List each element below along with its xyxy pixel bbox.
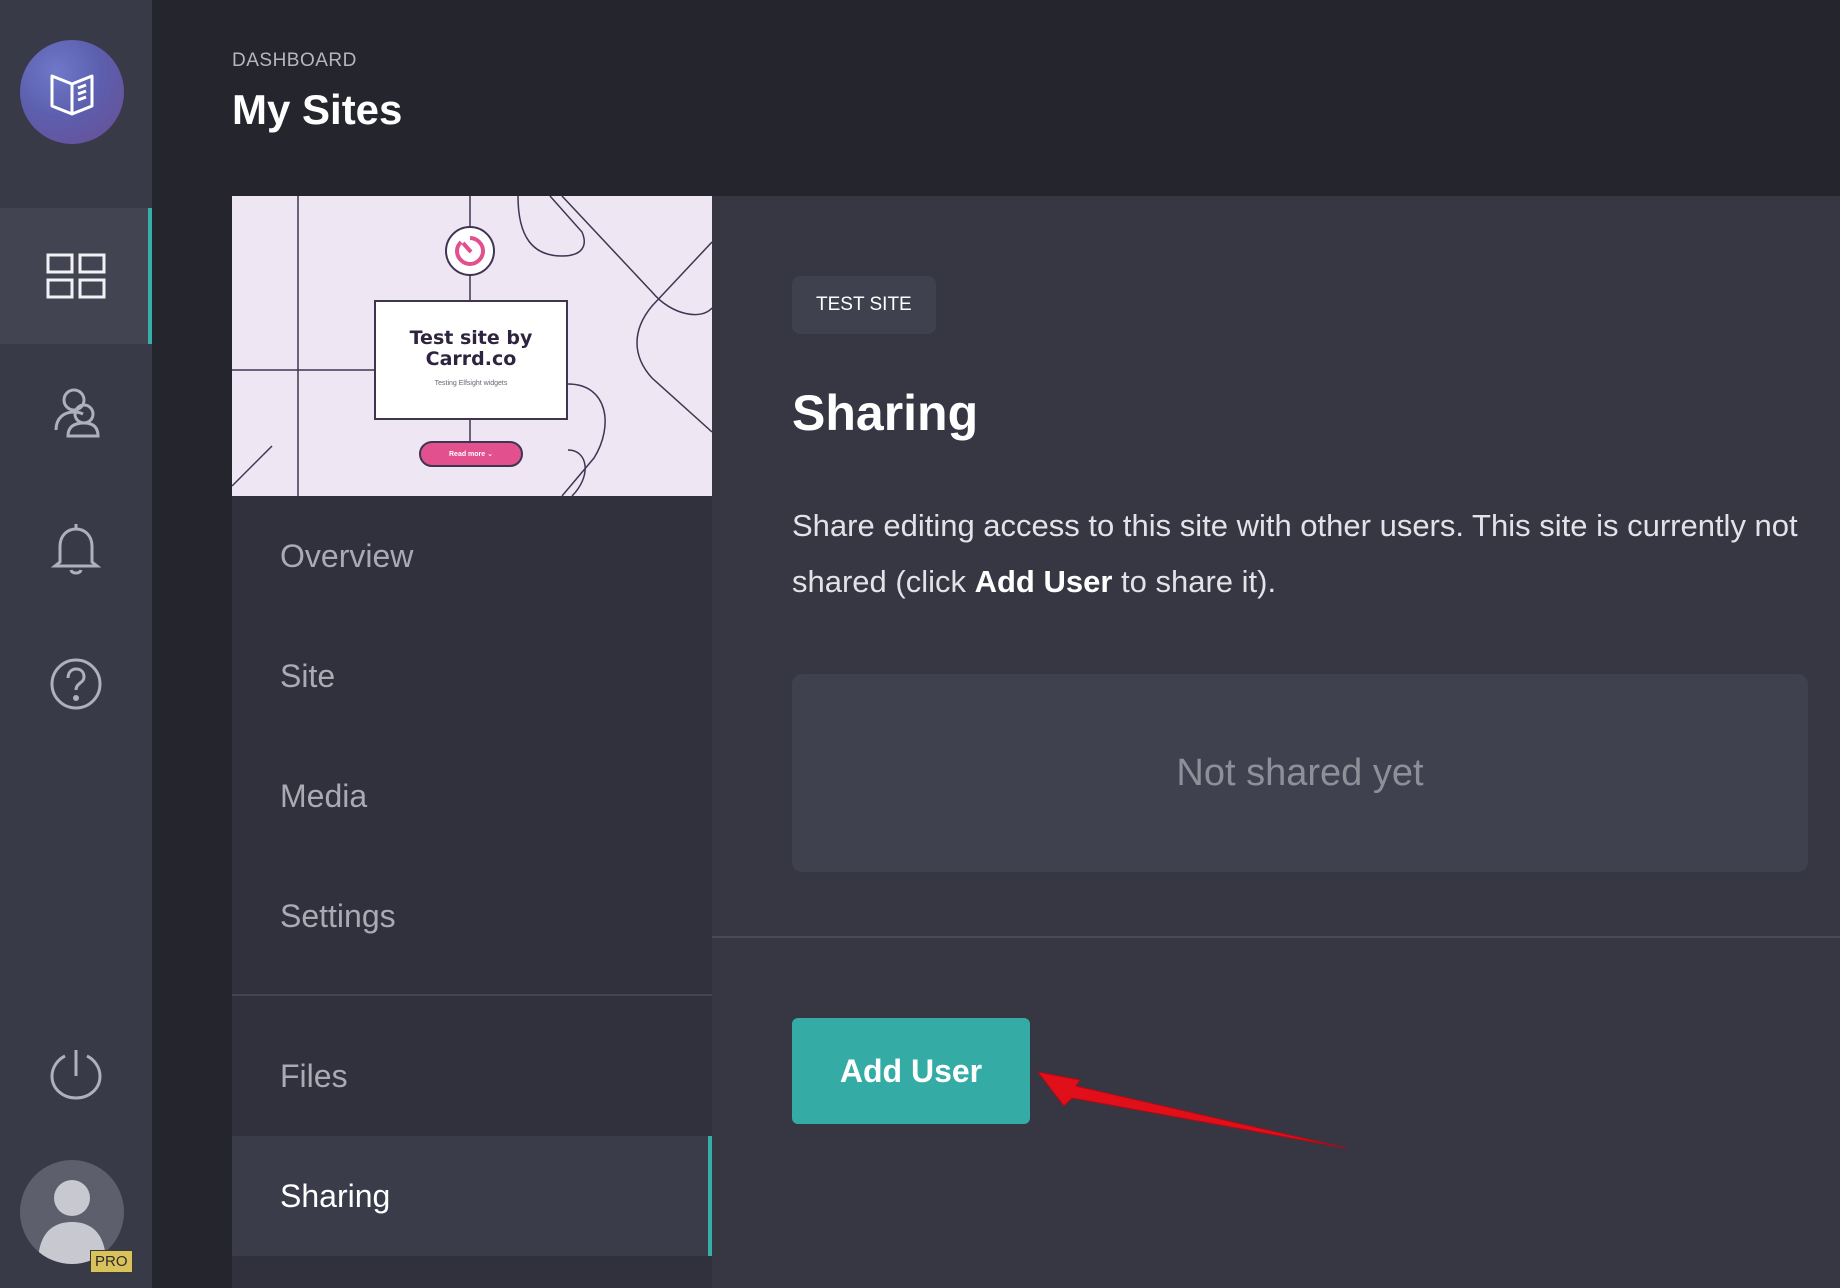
bell-icon <box>50 524 102 575</box>
user-avatar[interactable] <box>20 1160 124 1264</box>
site-nav-sharing[interactable]: Sharing <box>232 1136 712 1256</box>
section-divider <box>712 936 1840 938</box>
site-nav-label: Overview <box>280 537 414 574</box>
chevron-down-icon: ⌄ <box>485 451 493 458</box>
site-nav-overview[interactable]: Overview <box>232 496 712 616</box>
grid-icon <box>46 253 106 299</box>
rail-help[interactable] <box>0 616 152 752</box>
site-nav-label: Files <box>280 1057 348 1094</box>
users-icon <box>54 388 100 438</box>
site-nav-label: Settings <box>280 897 396 934</box>
rail-dashboard[interactable] <box>0 208 152 344</box>
section-heading: Sharing <box>792 385 979 441</box>
site-thumbnail[interactable]: Test site by Carrd.co Testing Elfsight w… <box>232 196 712 496</box>
description-text-end: to share it). <box>1112 564 1277 599</box>
app-rail: PRO <box>0 0 152 1288</box>
pro-badge: PRO <box>90 1250 133 1273</box>
empty-state: Not shared yet <box>792 674 1808 872</box>
description-bold: Add User <box>974 564 1113 599</box>
sharing-description: Share editing access to this site with o… <box>792 498 1812 610</box>
site-nav-files[interactable]: Files <box>232 1016 712 1136</box>
preview-subtitle: Testing Elfsight widgets <box>434 380 508 387</box>
empty-state-text: Not shared yet <box>1176 751 1424 794</box>
annotation-arrow <box>1036 1071 1347 1149</box>
page-title: My Sites <box>232 86 403 133</box>
preview-read-more: Read more ⌄ <box>419 441 523 467</box>
site-nav-site[interactable]: Site <box>232 616 712 736</box>
add-user-button[interactable]: Add User <box>792 1018 1030 1124</box>
site-tag: TEST SITE <box>792 276 936 334</box>
nav-divider <box>232 994 712 996</box>
preview-button-label: Read more <box>449 450 486 458</box>
preview-card: Test site by Carrd.co Testing Elfsight w… <box>374 300 568 420</box>
site-nav-settings[interactable]: Settings <box>232 856 712 976</box>
description-text: Share editing access to this site with o… <box>792 508 1798 599</box>
question-icon <box>50 658 102 710</box>
site-nav-label: Sharing <box>280 1177 391 1214</box>
site-sidebar: Test site by Carrd.co Testing Elfsight w… <box>232 196 712 1288</box>
person-icon <box>38 1180 106 1264</box>
preview-title: Test site by Carrd.co <box>409 327 533 370</box>
site-nav-label: Site <box>280 657 336 694</box>
site-nav-label: Media <box>280 777 368 814</box>
rail-notifications[interactable] <box>0 480 152 616</box>
carrd-logo-icon <box>50 74 94 116</box>
site-nav-media[interactable]: Media <box>232 736 712 856</box>
power-icon <box>50 1050 102 1100</box>
rail-users[interactable] <box>0 344 152 480</box>
breadcrumb[interactable]: DASHBOARD <box>232 50 357 72</box>
timer-icon <box>445 226 495 276</box>
rail-logout[interactable] <box>0 1008 152 1144</box>
carrd-logo[interactable] <box>20 40 124 144</box>
